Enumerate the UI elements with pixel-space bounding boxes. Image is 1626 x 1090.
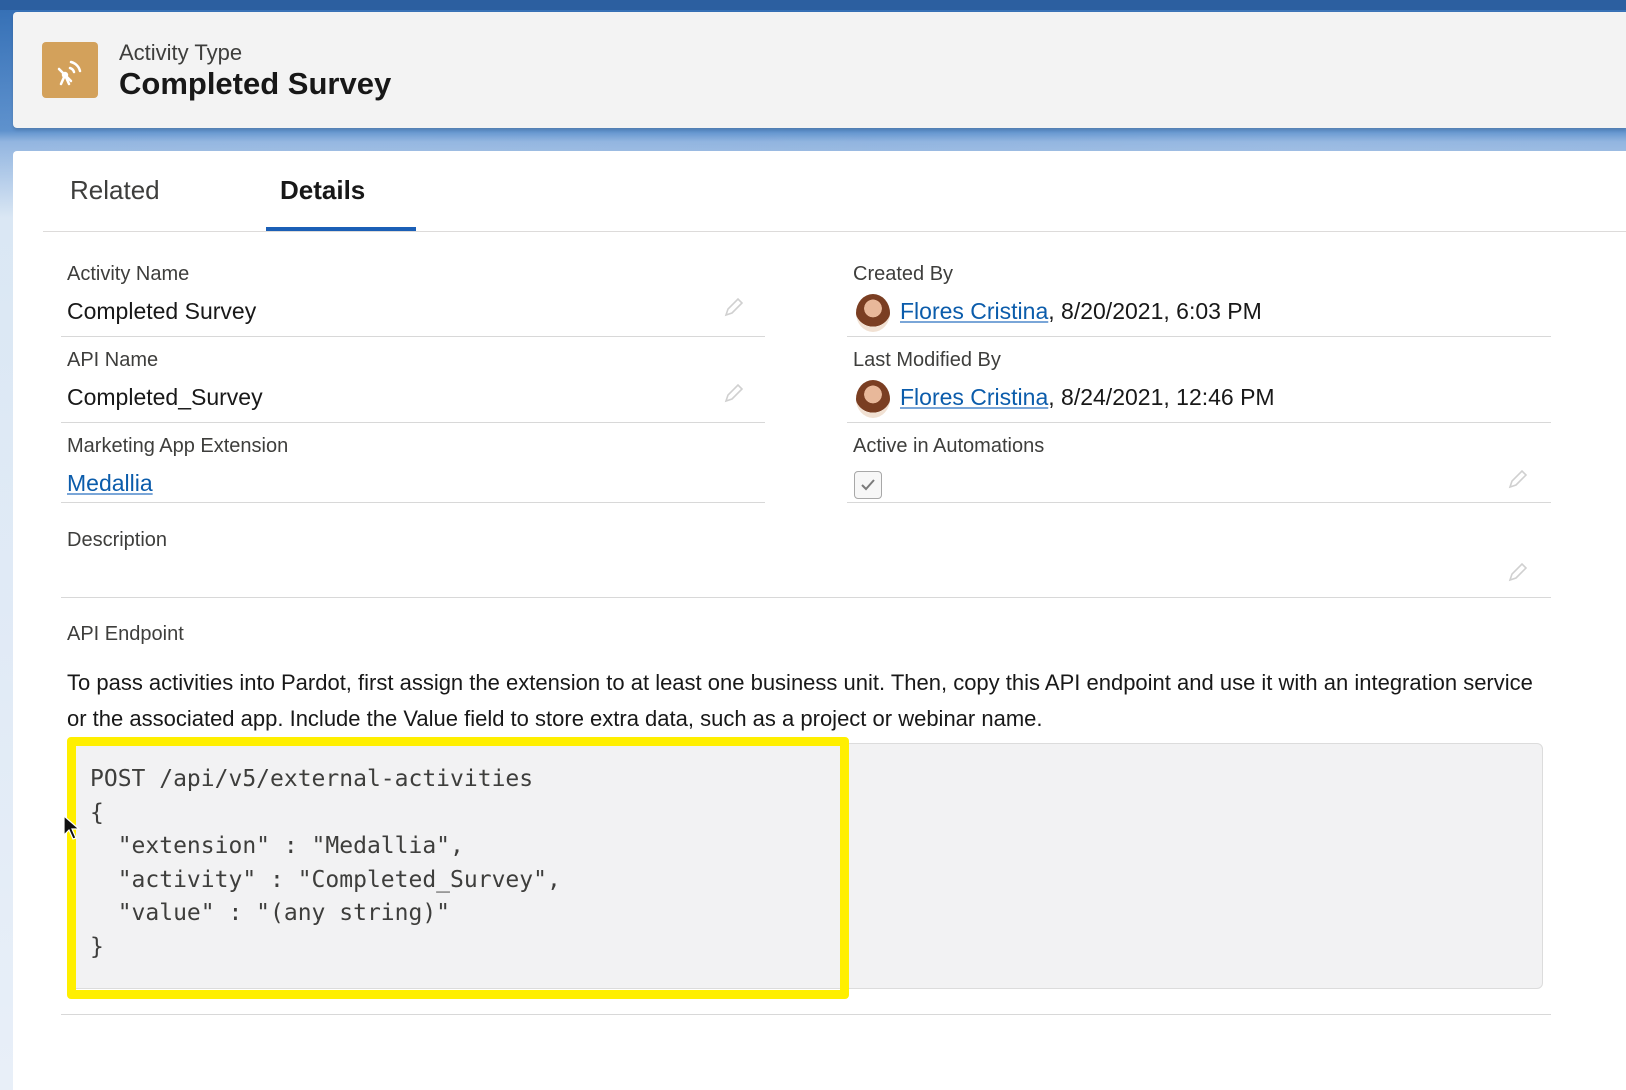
details-card: Related Details Activity Name Completed … [13,151,1626,1090]
created-by-value: Flores Cristina, 8/20/2021, 6:03 PM [900,298,1262,325]
last-modified-by-value: Flores Cristina, 8/24/2021, 12:46 PM [900,384,1275,411]
mouse-pointer-icon [63,815,81,840]
description-label: Description [67,529,168,551]
divider [847,422,1551,423]
activity-name-label: Activity Name [67,263,190,285]
tab-bar: Related Details [43,151,1626,232]
avatar [856,380,890,418]
created-by-user-link[interactable]: Flores Cristina [900,298,1048,324]
tab-details[interactable]: Details [280,175,365,206]
checkmark-icon [861,479,875,491]
edit-pencil-icon[interactable] [723,296,745,318]
record-type-label: Activity Type [119,40,243,65]
divider [61,422,765,423]
divider [61,1014,1551,1015]
last-modified-by-label: Last Modified By [853,349,1001,371]
avatar [856,294,890,332]
edit-pencil-icon[interactable] [1507,561,1529,583]
divider [61,336,765,337]
divider [61,597,1551,598]
edit-pencil-icon[interactable] [723,382,745,404]
api-endpoint-label: API Endpoint [67,623,184,645]
created-by-label: Created By [853,263,954,285]
active-in-automations-checkbox [854,471,882,499]
divider [61,502,765,503]
last-modified-by-user-link[interactable]: Flores Cristina [900,384,1048,410]
activity-name-value: Completed Survey [67,298,257,324]
api-endpoint-help-text: To pass activities into Pardot, first as… [67,670,1533,731]
signal-antenna-icon [42,42,98,98]
created-by-date: , 8/20/2021, 6:03 PM [1048,298,1262,324]
last-modified-by-date: , 8/24/2021, 12:46 PM [1048,384,1275,410]
yellow-highlight-box [67,737,849,999]
marketing-app-extension-label: Marketing App Extension [67,435,289,457]
active-tab-indicator [266,227,416,231]
divider [847,336,1551,337]
record-header: Activity Type Completed Survey [13,12,1626,128]
api-name-label: API Name [67,349,159,371]
active-in-automations-label: Active in Automations [853,435,1045,457]
api-name-value: Completed_Survey [67,384,263,410]
divider [847,502,1551,503]
top-strip [0,0,1626,10]
edit-pencil-icon[interactable] [1507,468,1529,490]
page-title: Completed Survey [119,66,392,101]
tab-related[interactable]: Related [70,175,160,206]
marketing-app-extension-link[interactable]: Medallia [67,470,153,497]
